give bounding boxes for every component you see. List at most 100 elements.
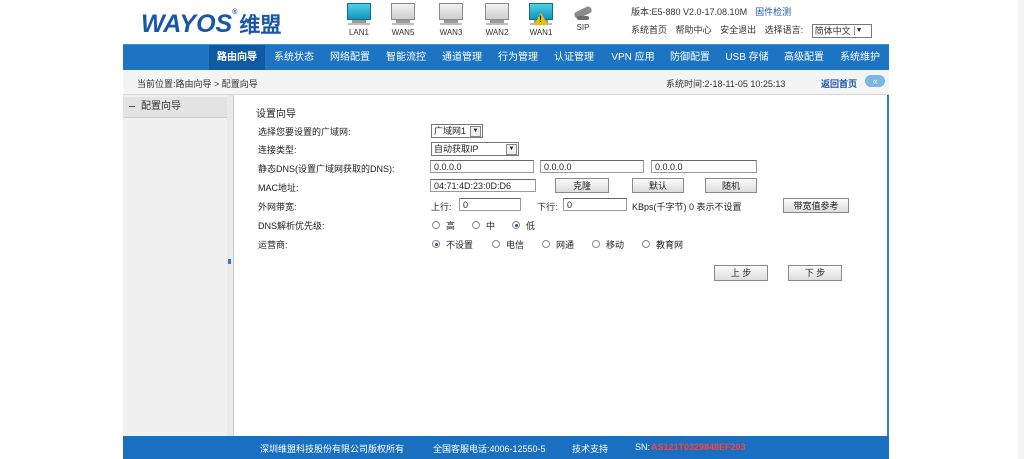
back-home-link[interactable]: 返回首页	[821, 77, 857, 90]
language-select[interactable]: 简体中文 ▼	[811, 23, 872, 38]
monitor-icon	[485, 3, 509, 20]
next-button[interactable]: 下 步	[788, 265, 842, 281]
breadcrumb: 当前位置:路由向导 > 配置向导 系统时间:2-18-11-05 10:25:1…	[123, 70, 889, 95]
footer-hotline: 全国客服电话:4006-12550-5	[433, 444, 546, 454]
logout-link[interactable]: 安全退出	[720, 25, 756, 35]
nav-item-flow-control[interactable]: 智能流控	[379, 45, 433, 71]
upload-label: 上行:	[431, 202, 452, 212]
port-wan2[interactable]: WAN2	[479, 3, 515, 37]
dns3-input[interactable]: 0.0.0.0	[651, 160, 757, 173]
upload-input[interactable]: 0	[459, 198, 521, 211]
main-content: 设置向导 选择您要设置的广域网: 广域网1 ▼ 连接类型: 自动获取IP ▼ 静态D…	[234, 95, 889, 436]
port-label: WAN5	[391, 28, 415, 37]
isp-label: 运营商:	[258, 240, 288, 250]
sidebar-splitter[interactable]	[227, 95, 234, 436]
nav-item-usb[interactable]: USB 存储	[717, 45, 777, 71]
download-label: 下行:	[537, 202, 558, 212]
bandwidth-label: 外网带宽:	[258, 202, 297, 212]
port-label: WAN3	[439, 28, 463, 37]
mac-label: MAC地址:	[258, 183, 299, 193]
port-label: WAN1	[529, 28, 553, 37]
nav-item-network-config[interactable]: 网络配置	[323, 45, 377, 71]
footer-copyright: 深圳维盟科技股份有限公司版权所有	[260, 444, 405, 454]
isp-netcom-radio[interactable]	[542, 240, 550, 248]
nav-item-behavior-mgmt[interactable]: 行为管理	[491, 45, 545, 71]
version-text: 版本:E5-880 V2.0-17.08.10M	[631, 7, 748, 17]
isp-education-radio[interactable]	[642, 240, 650, 248]
nav-item-maintenance[interactable]: 系统维护	[831, 45, 889, 71]
help-link[interactable]: 帮助中心	[676, 25, 712, 35]
dns-priority-low-label: 低	[526, 221, 536, 231]
collapse-icon[interactable]	[228, 259, 231, 264]
monitor-icon	[439, 3, 463, 20]
chevron-down-icon: ▼	[853, 25, 864, 35]
warning-icon	[534, 13, 548, 25]
monitor-icon	[347, 3, 371, 20]
sidebar: 配置向导	[123, 95, 228, 436]
sidebar-item-label: 配置向导	[141, 101, 181, 112]
conn-type-select[interactable]: 自动获取IP ▼	[431, 142, 519, 156]
nav-item-channel-mgmt[interactable]: 通道管理	[435, 45, 489, 71]
bandwidth-reference-button[interactable]: 带宽值参考	[783, 198, 849, 213]
nav-item-defense[interactable]: 防御配置	[663, 45, 717, 71]
port-label: LAN1	[348, 28, 369, 37]
download-input[interactable]: 0	[563, 198, 627, 211]
logo-text: WAYOS	[141, 10, 233, 38]
header-links: 系统首页 帮助中心 安全退出 选择语言: 简体中文 ▼	[631, 23, 878, 38]
isp-mobile-radio[interactable]	[592, 240, 600, 248]
nav-item-auth-mgmt[interactable]: 认证管理	[547, 45, 601, 71]
chevron-down-icon: ▼	[506, 144, 517, 155]
isp-none-radio[interactable]	[432, 240, 440, 248]
wan-select[interactable]: 广域网1 ▼	[431, 124, 483, 138]
port-sip[interactable]: SIP	[565, 3, 601, 32]
dns-priority-high-label: 高	[446, 221, 456, 231]
dash-icon	[129, 105, 135, 107]
home-link[interactable]: 系统首页	[631, 25, 667, 35]
back-arrow-icon[interactable]: «	[865, 75, 885, 87]
firmware-check-link[interactable]: 固件检测	[755, 7, 791, 17]
header: WAYOS®维盟 LAN1 WAN5 WAN3 WAN2 WAN	[123, 0, 889, 44]
dns2-input[interactable]: 0.0.0.0	[540, 160, 644, 173]
default-button[interactable]: 默认	[632, 178, 684, 193]
system-time: 系统时间:2-18-11-05 10:25:13	[666, 79, 786, 89]
port-lan1[interactable]: LAN1	[341, 3, 377, 37]
conn-type-label: 连接类型:	[258, 145, 297, 155]
conn-type-value: 自动获取IP	[434, 144, 479, 154]
dns-priority-mid-radio[interactable]	[472, 221, 480, 229]
isp-telecom-radio[interactable]	[492, 240, 500, 248]
sidebar-item-config-wizard[interactable]: 配置向导	[123, 97, 227, 118]
logo-cn: 维盟	[239, 14, 282, 37]
port-wan5[interactable]: WAN5	[385, 3, 421, 37]
phone-icon	[572, 5, 594, 21]
port-wan3[interactable]: WAN3	[433, 3, 469, 37]
isp-none-label: 不设置	[446, 240, 474, 250]
bandwidth-unit-note: KBps(千字节) 0 表示不设置	[632, 202, 742, 212]
nav-item-system-status[interactable]: 系统状态	[267, 45, 321, 71]
logo: WAYOS®维盟	[141, 9, 281, 39]
isp-mobile-label: 移动	[606, 240, 625, 250]
main-nav: 路由向导 系统状态 网络配置 智能流控 通道管理 行为管理 认证管理 VPN 应…	[123, 44, 889, 71]
nav-item-advanced[interactable]: 高级配置	[777, 45, 831, 71]
logo-reg: ®	[232, 9, 238, 16]
clone-button[interactable]: 克隆	[555, 178, 609, 193]
isp-netcom-label: 网通	[556, 240, 575, 250]
port-wan1[interactable]: WAN1	[523, 3, 559, 37]
isp-telecom-label: 电信	[506, 240, 525, 250]
page-scrollbar[interactable]	[1018, 0, 1024, 459]
dns-priority-low-radio[interactable]	[512, 221, 520, 229]
port-label: WAN2	[485, 28, 509, 37]
prev-button[interactable]: 上 步	[714, 265, 768, 281]
nav-item-route-wizard[interactable]: 路由向导	[209, 45, 265, 71]
monitor-icon	[391, 3, 415, 20]
chevron-down-icon: ▼	[470, 126, 481, 137]
page-frame: WAYOS®维盟 LAN1 WAN5 WAN3 WAN2 WAN	[123, 0, 889, 459]
language-value: 简体中文	[814, 25, 851, 36]
mac-input[interactable]: 04:71:4D:23:0D:D6	[430, 179, 536, 192]
nav-item-vpn[interactable]: VPN 应用	[603, 45, 663, 71]
wan-select-value: 广域网1	[434, 126, 467, 136]
dns1-input[interactable]: 0.0.0.0	[430, 160, 534, 173]
random-button[interactable]: 随机	[705, 178, 757, 193]
dns-priority-high-radio[interactable]	[432, 221, 440, 229]
footer-support-link[interactable]: 技术支持	[572, 442, 608, 455]
dns-priority-label: DNS解析优先级:	[258, 221, 325, 231]
